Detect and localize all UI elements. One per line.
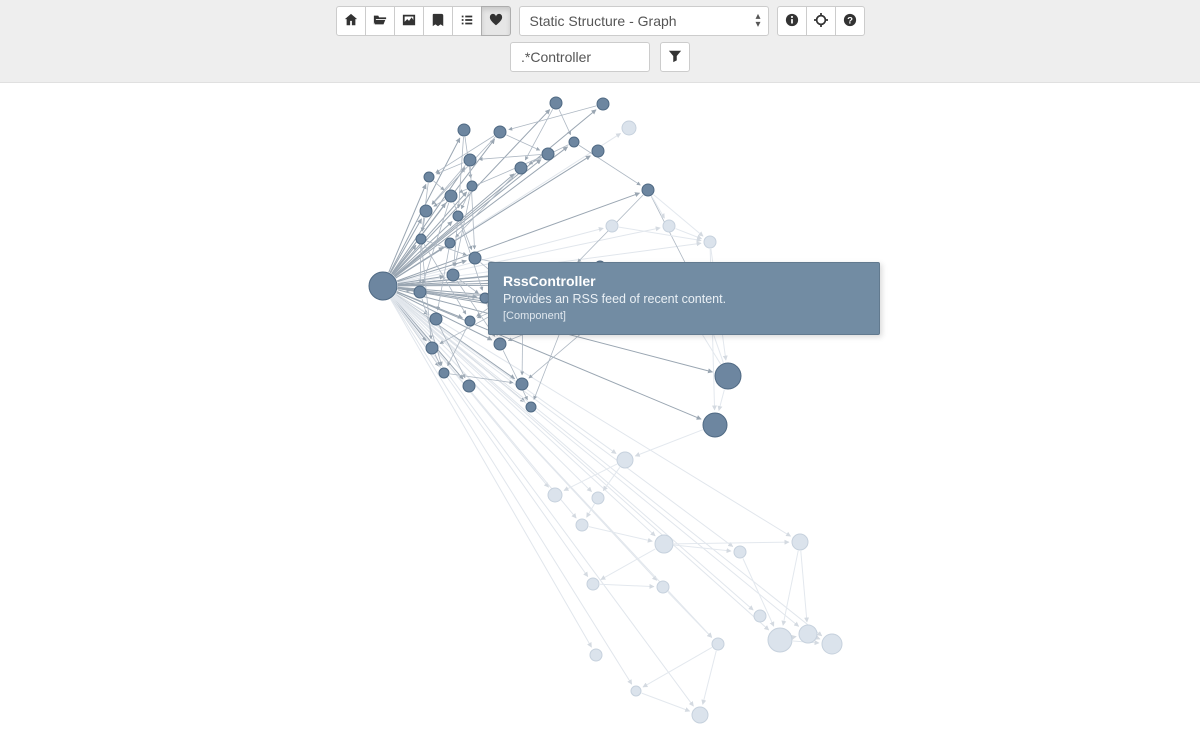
graph-node[interactable] xyxy=(642,184,654,196)
graph-node[interactable] xyxy=(734,546,746,558)
list-icon xyxy=(460,13,474,30)
graph-node[interactable] xyxy=(426,342,438,354)
heart-icon xyxy=(489,13,503,30)
toolbar-row-1: Static Structure - Graph ▴▾ ? xyxy=(336,6,865,36)
graph-node[interactable] xyxy=(516,378,528,390)
graph-node[interactable] xyxy=(590,649,602,661)
toolbar: Static Structure - Graph ▴▾ ? xyxy=(0,0,1200,83)
filter-icon xyxy=(668,49,682,66)
filter-input[interactable] xyxy=(510,42,650,72)
graph-node[interactable] xyxy=(606,220,618,232)
graph-node[interactable] xyxy=(464,154,476,166)
graph-node[interactable] xyxy=(715,363,741,389)
view-select-wrap: Static Structure - Graph ▴▾ xyxy=(519,6,769,36)
graph-node[interactable] xyxy=(712,638,724,650)
graph-node[interactable] xyxy=(463,380,475,392)
question-icon: ? xyxy=(843,13,857,30)
graph-node[interactable] xyxy=(548,488,562,502)
image-icon xyxy=(402,13,416,30)
graph-node[interactable] xyxy=(515,162,527,174)
graph-node[interactable] xyxy=(657,581,669,593)
graph-node[interactable] xyxy=(592,145,604,157)
graph-node[interactable] xyxy=(420,205,432,217)
tooltip-title: RssController xyxy=(503,273,865,289)
graph-node[interactable] xyxy=(592,492,604,504)
graph-node[interactable] xyxy=(754,610,766,622)
toolbar-row-2 xyxy=(510,42,690,72)
graph-node[interactable] xyxy=(576,519,588,531)
graph-node[interactable] xyxy=(655,535,673,553)
graph-node[interactable] xyxy=(439,368,449,378)
graph-node[interactable] xyxy=(703,413,727,437)
view-select[interactable]: Static Structure - Graph xyxy=(519,6,769,36)
graph-node[interactable] xyxy=(799,625,817,643)
graph-node[interactable] xyxy=(430,313,442,325)
filter-button[interactable] xyxy=(660,42,690,72)
graph-node[interactable] xyxy=(550,97,562,109)
graph-node[interactable] xyxy=(587,578,599,590)
graph-node[interactable] xyxy=(631,686,641,696)
graph-node[interactable] xyxy=(445,238,455,248)
graph-node[interactable] xyxy=(416,234,426,244)
graph-node[interactable] xyxy=(469,252,481,264)
info-button[interactable] xyxy=(777,6,807,36)
graph-node[interactable] xyxy=(453,211,463,221)
graph-canvas[interactable]: RssController Provides an RSS feed of re… xyxy=(0,78,1200,733)
graph-node[interactable] xyxy=(704,236,716,248)
toolbar-group-right: ? xyxy=(777,6,865,36)
image-button[interactable] xyxy=(394,6,424,36)
graph-node[interactable] xyxy=(458,124,470,136)
folder-open-icon xyxy=(373,13,387,30)
list-button[interactable] xyxy=(452,6,482,36)
graph-node[interactable] xyxy=(494,338,506,350)
tooltip-description: Provides an RSS feed of recent content. xyxy=(503,292,865,306)
crosshair-button[interactable] xyxy=(806,6,836,36)
crosshair-icon xyxy=(814,13,828,30)
graph-node[interactable] xyxy=(692,707,708,723)
graph-node[interactable] xyxy=(822,634,842,654)
health-button[interactable] xyxy=(481,6,511,36)
graph-node[interactable] xyxy=(414,286,426,298)
svg-text:?: ? xyxy=(847,15,853,26)
graph-node[interactable] xyxy=(597,98,609,110)
graph-svg[interactable] xyxy=(0,78,1200,733)
graph-node[interactable] xyxy=(465,316,475,326)
book-icon xyxy=(431,13,445,30)
graph-node[interactable] xyxy=(526,402,536,412)
graph-node[interactable] xyxy=(617,452,633,468)
home-icon xyxy=(344,13,358,30)
graph-node[interactable] xyxy=(445,190,457,202)
graph-hub-node[interactable] xyxy=(369,272,397,300)
graph-node[interactable] xyxy=(447,269,459,281)
graph-node[interactable] xyxy=(494,126,506,138)
graph-node[interactable] xyxy=(663,220,675,232)
open-button[interactable] xyxy=(365,6,395,36)
toolbar-group-main xyxy=(336,6,511,36)
graph-node[interactable] xyxy=(768,628,792,652)
home-button[interactable] xyxy=(336,6,366,36)
tooltip-tag: [Component] xyxy=(503,310,865,322)
graph-node[interactable] xyxy=(542,148,554,160)
node-tooltip: RssController Provides an RSS feed of re… xyxy=(488,262,880,335)
graph-node[interactable] xyxy=(622,121,636,135)
graph-node[interactable] xyxy=(424,172,434,182)
info-icon xyxy=(785,13,799,30)
book-button[interactable] xyxy=(423,6,453,36)
help-button[interactable]: ? xyxy=(835,6,865,36)
graph-node[interactable] xyxy=(569,137,579,147)
graph-node[interactable] xyxy=(792,534,808,550)
graph-node[interactable] xyxy=(467,181,477,191)
